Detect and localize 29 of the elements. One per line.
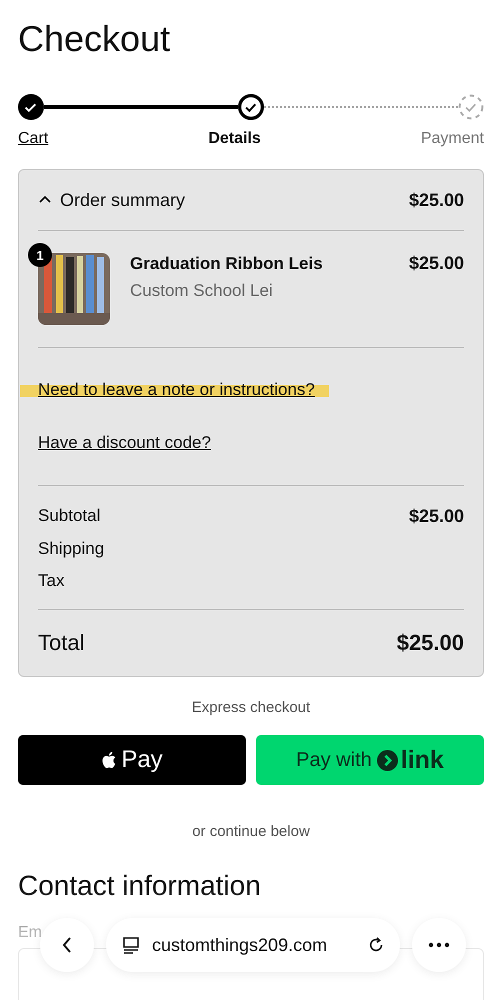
order-summary-toggle[interactable]: Order summary <box>38 190 186 210</box>
price: $25.00 <box>408 190 464 210</box>
step-label: Details <box>208 130 261 148</box>
step-label: Payment <box>420 130 484 148</box>
url-text: customthings209.com <box>152 934 328 956</box>
text-link[interactable]: Need to leave a note or instructions? <box>20 380 329 400</box>
reader-icon <box>122 935 140 955</box>
price: $25.00 <box>408 253 464 274</box>
text-link[interactable]: Have a discount code? <box>38 433 211 453</box>
line-label: Shipping <box>38 539 104 559</box>
field-label: Em <box>18 924 43 942</box>
quantity-badge: 1 <box>28 243 52 267</box>
price: $25.00 <box>408 506 464 527</box>
address-bar[interactable]: customthings209.com <box>106 918 400 972</box>
page-title: Checkout <box>18 17 172 60</box>
apple-pay-button[interactable]: Pay <box>18 735 246 785</box>
section-caption: Express checkout <box>190 699 312 716</box>
section-caption: or continue below <box>191 823 311 840</box>
total-price: $25.00 <box>396 630 464 656</box>
total-label: Total <box>38 630 84 656</box>
pay-with-link-button[interactable]: Pay with link <box>256 735 484 785</box>
product-variant: Custom School Lei <box>130 281 274 301</box>
product-name: Graduation Ribbon Leis <box>130 253 324 275</box>
section-heading: Contact information <box>18 870 262 902</box>
chevron-circle-icon <box>376 750 398 770</box>
line-label: Subtotal <box>38 506 100 527</box>
step-link[interactable]: Cart <box>18 130 48 148</box>
line-label: Tax <box>38 571 64 591</box>
more-icon <box>428 942 450 948</box>
